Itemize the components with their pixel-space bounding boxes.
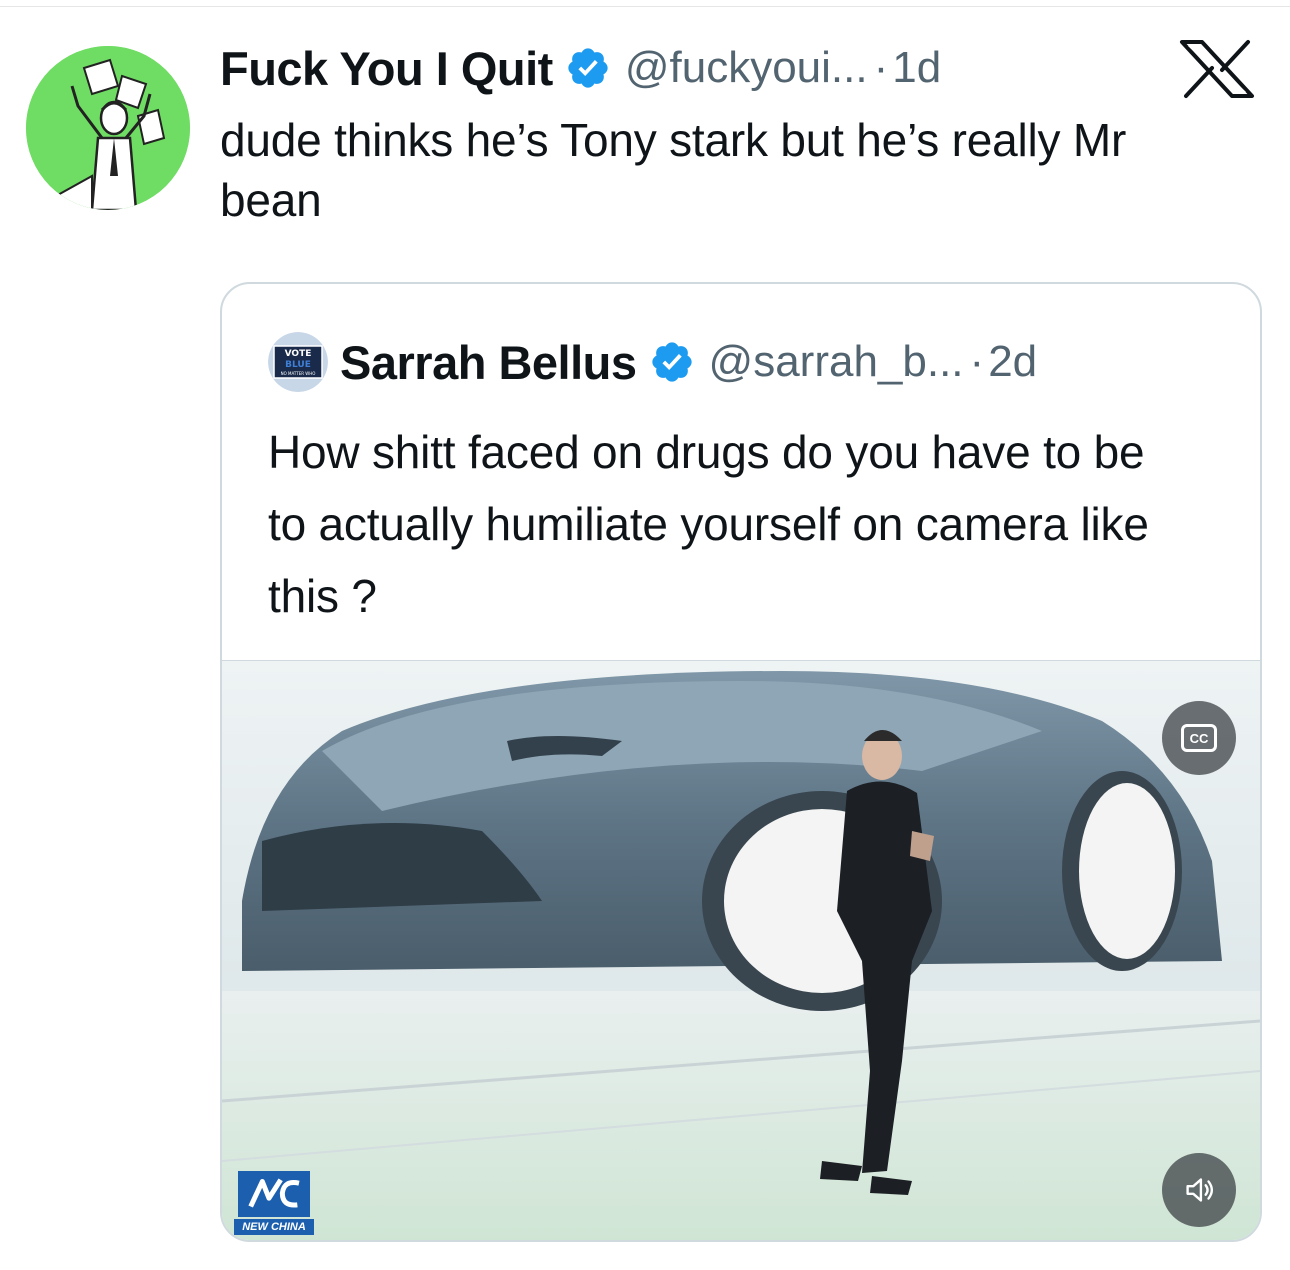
tweet-text: dude thinks he’s Tony stark but he’s rea… xyxy=(220,114,1127,226)
separator-dot: · xyxy=(969,337,985,386)
quoted-author-handle[interactable]: @sarrah_b... xyxy=(709,337,964,387)
quoted-timestamp[interactable]: 2d xyxy=(988,337,1037,387)
x-logo-icon xyxy=(1176,38,1258,100)
timestamp[interactable]: 1d xyxy=(892,43,941,93)
top-divider xyxy=(0,6,1290,7)
new-china-watermark: NEW CHINA xyxy=(234,1171,314,1237)
verified-badge-icon xyxy=(565,45,611,91)
verified-badge-icon xyxy=(649,339,695,385)
quoted-author-avatar[interactable]: VOTE BLUE NO MATTER WHO xyxy=(268,332,328,392)
captions-button[interactable]: CC xyxy=(1162,701,1236,775)
avatar-vote-text: VOTE xyxy=(285,349,312,359)
author-handle[interactable]: @fuckyoui... xyxy=(625,43,868,93)
author-name[interactable]: Fuck You I Quit xyxy=(220,41,553,96)
quoted-tweet-card[interactable]: VOTE BLUE NO MATTER WHO Sarrah Bellus @s… xyxy=(220,282,1262,1242)
avatar-blue-text: BLUE xyxy=(285,360,311,370)
captions-icon: CC xyxy=(1181,724,1217,752)
speaker-icon xyxy=(1186,1178,1214,1202)
new-china-logo-icon xyxy=(238,1171,310,1217)
quoted-tweet-header: VOTE BLUE NO MATTER WHO Sarrah Bellus @s… xyxy=(268,332,1037,392)
quitting-man-illustration xyxy=(26,46,190,210)
watermark-caption: NEW CHINA xyxy=(234,1219,314,1235)
author-avatar[interactable] xyxy=(26,46,190,210)
quoted-tweet-text: How shitt faced on drugs do you have to … xyxy=(268,426,1149,622)
tweet-header: Fuck You I Quit @fuckyoui... · 1d xyxy=(220,36,941,100)
separator-dot: · xyxy=(873,43,889,92)
video-frame xyxy=(222,661,1260,1240)
avatar-subtext: NO MATTER WHO xyxy=(281,371,316,376)
volume-button[interactable] xyxy=(1162,1153,1236,1227)
quoted-author-name[interactable]: Sarrah Bellus xyxy=(340,335,637,390)
video-player[interactable]: CC NEW CHINA xyxy=(222,660,1260,1240)
